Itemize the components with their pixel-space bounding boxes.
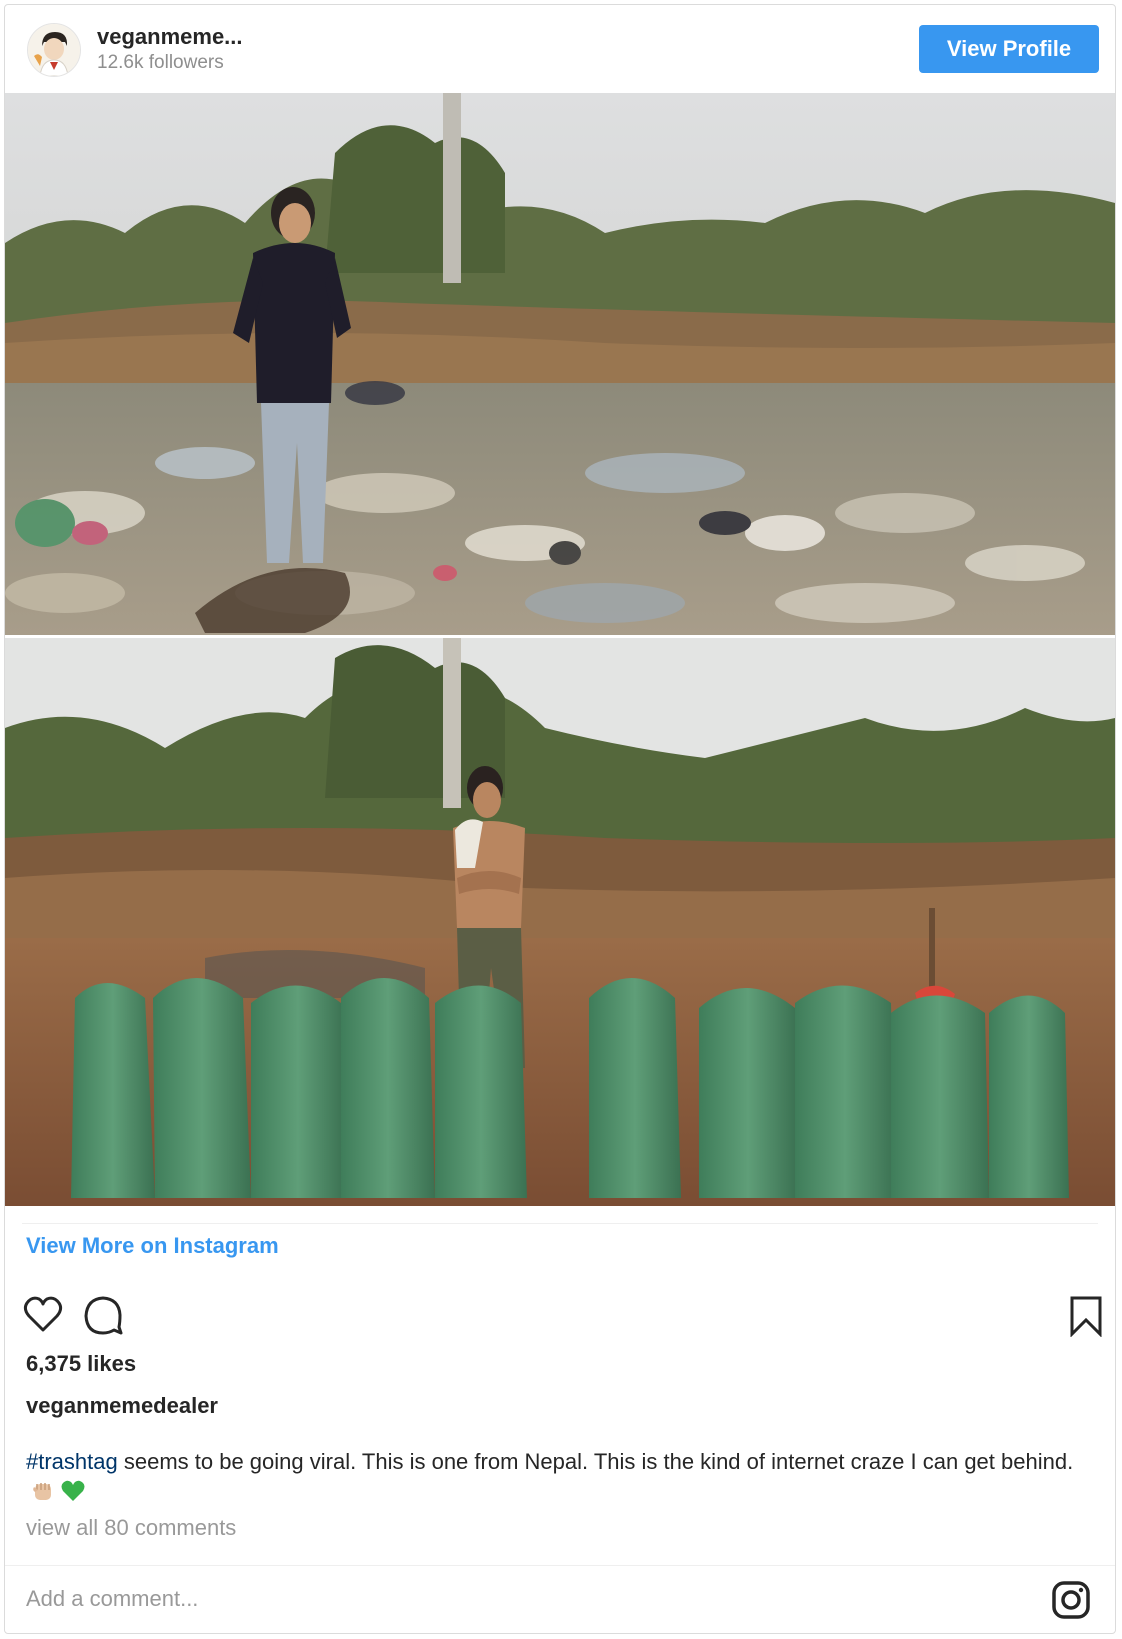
instagram-logo-icon[interactable] xyxy=(1051,1580,1091,1625)
view-more-link[interactable]: View More on Instagram xyxy=(26,1233,279,1259)
after-panel xyxy=(5,638,1115,1206)
follower-count: 12.6k followers xyxy=(97,52,224,73)
comment-input[interactable]: Add a comment... xyxy=(26,1586,198,1612)
post-owner-username[interactable]: veganmemedealer xyxy=(26,1393,218,1419)
caption-text: seems to be going viral. This is one fro… xyxy=(117,1449,1074,1474)
avatar[interactable] xyxy=(27,23,81,77)
bookmark-icon[interactable] xyxy=(1069,1295,1103,1342)
before-panel xyxy=(5,93,1115,635)
like-count[interactable]: 6,375 likes xyxy=(26,1351,136,1377)
view-profile-button[interactable]: View Profile xyxy=(919,25,1099,73)
heart-icon[interactable] xyxy=(23,1295,63,1338)
action-bar xyxy=(23,1295,1103,1339)
divider xyxy=(22,1223,1098,1224)
raised-fist-emoji xyxy=(30,1478,56,1512)
username[interactable]: veganmeme... xyxy=(97,24,243,50)
post-photo[interactable] xyxy=(5,93,1115,1206)
comment-icon[interactable] xyxy=(83,1295,123,1340)
post-caption: #trashtag seems to be going viral. This … xyxy=(26,1447,1096,1512)
post-header: veganmeme... 12.6k followers View Profil… xyxy=(5,5,1115,93)
green-heart-emoji xyxy=(60,1478,86,1512)
view-all-comments-link[interactable]: view all 80 comments xyxy=(26,1515,236,1541)
hashtag-link[interactable]: #trashtag xyxy=(26,1449,118,1474)
comment-bar: Add a comment... xyxy=(5,1565,1115,1636)
instagram-embed: veganmeme... 12.6k followers View Profil… xyxy=(4,4,1116,1634)
